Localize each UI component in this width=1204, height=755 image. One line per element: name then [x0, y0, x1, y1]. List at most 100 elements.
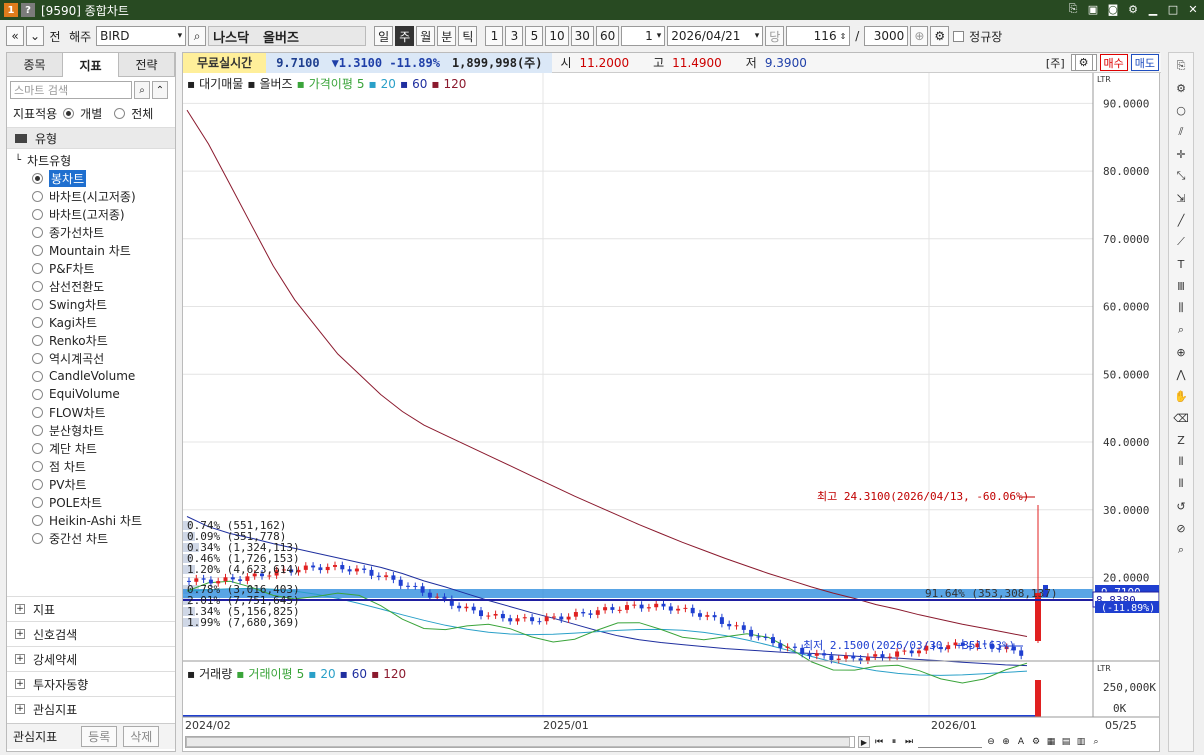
- zoom-slider[interactable]: [918, 736, 982, 748]
- chart-type-radio[interactable]: [32, 316, 43, 328]
- delete-icon[interactable]: ⊘: [1172, 519, 1190, 537]
- chart-type-item[interactable]: 분산형차트: [7, 421, 175, 439]
- chart-type-radio[interactable]: [32, 424, 43, 436]
- chart-type-radio[interactable]: [32, 280, 43, 292]
- scroll-thumb[interactable]: [186, 737, 850, 747]
- chart-type-radio[interactable]: [32, 388, 43, 400]
- chart-type-radio[interactable]: [32, 334, 43, 346]
- chart-type-radio[interactable]: [32, 262, 43, 274]
- chart-type-radio[interactable]: [32, 244, 43, 256]
- price-chart[interactable]: 최고 24.3100(2026/04/13, -60.06%) 최저 2.150…: [183, 73, 1159, 753]
- chart-type-item[interactable]: 중간선 차트: [7, 529, 175, 547]
- legend-volume[interactable]: 거래량: [199, 665, 232, 682]
- chart-type-radio[interactable]: [32, 496, 43, 508]
- buy-button[interactable]: 매수: [1099, 54, 1128, 71]
- type-section-header[interactable]: 유형: [7, 127, 175, 149]
- link-icon[interactable]: ⎘: [1172, 57, 1190, 75]
- tab-stocks[interactable]: 종목: [7, 53, 63, 77]
- chart-type-item[interactable]: EquiVolume: [7, 385, 175, 403]
- period-month[interactable]: 월: [416, 26, 436, 46]
- chart-type-item[interactable]: Renko차트: [7, 331, 175, 349]
- table-icon[interactable]: ▦: [1045, 736, 1057, 748]
- gear-icon[interactable]: ⚙: [1172, 79, 1190, 97]
- chart-type-item[interactable]: Kagi차트: [7, 313, 175, 331]
- close-icon[interactable]: ✕: [1186, 2, 1200, 16]
- regular-session-checkbox[interactable]: [953, 30, 965, 42]
- zoom-button[interactable]: ⊕: [910, 26, 929, 46]
- chart-type-radio[interactable]: [32, 352, 43, 364]
- chart-type-radio[interactable]: [32, 514, 43, 526]
- scroll-track[interactable]: [185, 736, 855, 748]
- smart-search-button[interactable]: ⌕: [134, 81, 150, 99]
- chart-type-item[interactable]: 삼선전환도: [7, 277, 175, 295]
- fib-icon[interactable]: Ⅲ: [1172, 277, 1190, 295]
- search-icon[interactable]: ⌕: [1172, 541, 1190, 559]
- settings-icon[interactable]: ⚙: [1126, 2, 1140, 16]
- nav-dropdown-button[interactable]: ⌄: [26, 26, 45, 46]
- chart-type-item[interactable]: Swing차트: [7, 295, 175, 313]
- smart-search-input[interactable]: 스마트 검색: [10, 81, 132, 99]
- help-icon[interactable]: ?: [21, 3, 35, 17]
- count-input[interactable]: 1 ▾: [621, 26, 666, 46]
- chart-type-radio[interactable]: [32, 460, 43, 472]
- symbol-input[interactable]: BIRD ▾: [96, 26, 187, 46]
- period-week[interactable]: 주: [395, 26, 415, 46]
- apply-individual-radio[interactable]: [63, 107, 75, 119]
- chart-analysis-icon[interactable]: ⫽: [1172, 123, 1190, 141]
- collapse-button[interactable]: ⌃: [152, 81, 168, 99]
- line-icon[interactable]: ╱: [1172, 211, 1190, 229]
- text-icon[interactable]: T: [1172, 255, 1190, 273]
- chart-type-item[interactable]: 역시계곡선: [7, 349, 175, 367]
- zoom-in-icon[interactable]: ⊕: [1000, 736, 1012, 748]
- interval-1[interactable]: 1: [485, 26, 504, 46]
- save-icon[interactable]: ▣: [1086, 2, 1100, 16]
- pointer-icon[interactable]: ⇲: [1172, 189, 1190, 207]
- section-indicators[interactable]: + 지표: [7, 596, 175, 621]
- camera-icon[interactable]: ◙: [1106, 2, 1120, 16]
- last-icon[interactable]: ⏭: [903, 736, 915, 748]
- period-day[interactable]: 일: [374, 26, 394, 46]
- favorite-add-button[interactable]: 등록: [81, 726, 118, 747]
- chart-type-item[interactable]: 점 차트: [7, 457, 175, 475]
- tree-root-chart-type[interactable]: └ 차트유형: [7, 151, 175, 169]
- chart-type-item[interactable]: FLOW차트: [7, 403, 175, 421]
- legend-vol-ma[interactable]: 거래이평: [248, 665, 292, 682]
- scroll-right-button[interactable]: ▶: [858, 736, 870, 748]
- auto-trend-icon[interactable]: ⟋: [1172, 233, 1190, 251]
- chart-type-radio[interactable]: [32, 190, 43, 202]
- tab-indicators[interactable]: 지표: [63, 53, 119, 77]
- chart-type-radio[interactable]: [32, 478, 43, 490]
- layout-icon[interactable]: ▥: [1075, 736, 1087, 748]
- chart-type-radio[interactable]: [32, 406, 43, 418]
- interval-3[interactable]: 3: [505, 26, 524, 46]
- favorite-delete-button[interactable]: 삭제: [123, 726, 160, 747]
- nav-prev-button[interactable]: «: [6, 26, 24, 46]
- auto-icon[interactable]: A: [1015, 736, 1027, 748]
- z-icon[interactable]: Z: [1172, 431, 1190, 449]
- apply-all-radio[interactable]: [114, 107, 126, 119]
- chart-type-item[interactable]: Mountain 차트: [7, 241, 175, 259]
- chart-type-item[interactable]: 봉차트: [7, 169, 175, 187]
- zoom-icon[interactable]: ⌕: [1090, 736, 1102, 748]
- interval-5[interactable]: 5: [525, 26, 544, 46]
- chart-type-item[interactable]: CandleVolume: [7, 367, 175, 385]
- today-button[interactable]: 당: [765, 26, 785, 46]
- chart-type-radio[interactable]: [32, 226, 43, 238]
- circle-icon[interactable]: ○: [1172, 101, 1190, 119]
- bars3-icon[interactable]: ⦀: [1172, 453, 1190, 471]
- date-input[interactable]: 2026/04/21 ▾: [667, 26, 764, 46]
- pause-icon[interactable]: ⏸: [888, 736, 900, 748]
- interval-10[interactable]: 10: [545, 26, 569, 46]
- chevron-down-icon[interactable]: ▾: [755, 31, 760, 41]
- bars-input[interactable]: 116 ⇕: [786, 26, 851, 46]
- magnifier-icon[interactable]: ⌕: [1172, 321, 1190, 339]
- grid-icon[interactable]: ▤: [1060, 736, 1072, 748]
- sell-button[interactable]: 매도: [1130, 54, 1159, 71]
- chart-type-item[interactable]: 계단 차트: [7, 439, 175, 457]
- period-minute[interactable]: 분: [437, 26, 457, 46]
- chart-type-item[interactable]: 바차트(고저종): [7, 205, 175, 223]
- candle-icon[interactable]: ⫼: [1172, 299, 1190, 317]
- quote-settings-button[interactable]: ⚙: [1070, 54, 1097, 71]
- chart-type-item[interactable]: PV차트: [7, 475, 175, 493]
- chart-type-radio[interactable]: [32, 370, 43, 382]
